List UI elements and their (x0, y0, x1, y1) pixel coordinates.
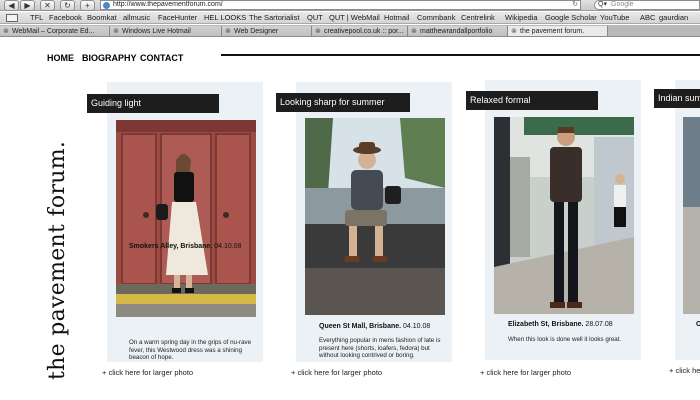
bookmark-item[interactable]: QUT | WebMail (329, 12, 380, 23)
post-location-name: Queen St Mall, Brisbane. (319, 323, 402, 330)
tab-bar: ⊗ WebMail – Corporate Ed... ⊗ Windows Live… (0, 25, 700, 37)
new-tab-plus-icon[interactable]: + (80, 0, 95, 11)
bookmark-item[interactable]: Wikipedia (505, 12, 538, 23)
nav-biography[interactable]: BIOGRAPHY (82, 53, 137, 63)
post-photo[interactable] (305, 118, 445, 315)
post-title[interactable]: Guiding light (87, 94, 219, 113)
rss-icon[interactable]: ↻ (572, 1, 578, 9)
larger-photo-link[interactable]: + click he (669, 366, 700, 375)
tab-label: matthewrandallportfolio (420, 28, 493, 35)
search-input[interactable]: Q▾ Google (594, 0, 700, 10)
tab-creativepool[interactable]: ⊗ creativepool.co.uk :: por... (312, 26, 408, 36)
search-placeholder: Google (611, 1, 634, 8)
tab-portfolio[interactable]: ⊗ matthewrandallportfolio (408, 26, 508, 36)
bookmark-item[interactable]: ABC (640, 12, 655, 23)
tab-web-designer[interactable]: ⊗ Web Designer (222, 26, 312, 36)
post-title[interactable]: Looking sharp for summer (276, 93, 410, 112)
bookmark-item[interactable]: Centrelink (461, 12, 495, 23)
tab-hotmail[interactable]: ⊗ Windows Live Hotmail (110, 26, 222, 36)
tab-label: the pavement forum. (520, 28, 585, 35)
larger-photo-link[interactable]: + click here for larger photo (480, 368, 571, 377)
tab-close-icon[interactable]: ⊗ (511, 26, 517, 36)
tab-close-icon[interactable]: ⊗ (225, 26, 231, 36)
post-caption: Everything popular in mens fashion of la… (319, 337, 441, 359)
post-title[interactable]: Indian sum (654, 89, 700, 108)
tab-close-icon[interactable]: ⊗ (3, 26, 9, 36)
post-date: 04.10.08 (403, 323, 431, 330)
post-location: Queen St Mall, Brisbane. 04.10.08 (319, 323, 430, 330)
post-location: Elizabeth St, Brisbane. 28.07.08 (508, 321, 613, 328)
photo-man-relaxed-formal (494, 117, 634, 314)
bookmark-item[interactable]: The Sartorialist (249, 12, 299, 23)
bookmark-item[interactable]: Commbank (417, 12, 455, 23)
reload-icon[interactable]: ↻ (60, 0, 75, 11)
post-title[interactable]: Relaxed formal (466, 91, 598, 110)
bookmarks-book-icon[interactable] (6, 14, 18, 22)
post-date: 28.07.08 (585, 321, 613, 328)
post-date: 04.10.08 (214, 243, 242, 250)
bookmark-item[interactable]: Hotmail (384, 12, 409, 23)
bookmark-item[interactable]: allmusic (123, 12, 150, 23)
photo-man-shorts-fedora (305, 118, 445, 315)
bookmark-item[interactable]: YouTube (600, 12, 629, 23)
post-caption: When this look is done well it looks gre… (508, 336, 622, 343)
post-photo[interactable] (683, 117, 700, 314)
bookmark-item[interactable]: FaceHunter (158, 12, 197, 23)
post-location-name: C (696, 321, 700, 328)
bookmark-item[interactable]: HEL LOOKS (204, 12, 246, 23)
bookmark-item[interactable]: QUT (307, 12, 323, 23)
forward-arrow-icon[interactable]: ▶ (20, 0, 35, 11)
tab-close-icon[interactable]: ⊗ (411, 26, 417, 36)
post-caption: On a warm spring day in the grips of nu-… (129, 339, 252, 361)
site-logo[interactable]: the pavement forum. (45, 141, 70, 380)
nav-divider (221, 54, 700, 56)
tab-close-icon[interactable]: ⊗ (113, 26, 119, 36)
post-location: C (696, 321, 700, 328)
tab-label: creativepool.co.uk :: por... (324, 28, 404, 35)
larger-photo-link[interactable]: + click here for larger photo (102, 368, 193, 377)
bookmark-item[interactable]: Facebook (49, 12, 82, 23)
bookmarks-bar: TFL Facebook Boomkat allmusic FaceHunter… (0, 12, 700, 24)
tab-webmail[interactable]: ⊗ WebMail – Corporate Ed... (0, 26, 110, 36)
search-engine-icon[interactable]: Q▾ (598, 1, 607, 9)
bookmark-item[interactable]: TFL (30, 12, 43, 23)
nav-contact[interactable]: CONTACT (140, 53, 183, 63)
bookmark-item[interactable]: Boomkat (87, 12, 117, 23)
photo-woman-white-skirt (116, 120, 256, 317)
back-arrow-icon[interactable]: ◀ (4, 0, 19, 11)
photo-street-partial (683, 117, 700, 314)
tab-label: Web Designer (234, 28, 279, 35)
post-location-name: Elizabeth St, Brisbane. (508, 321, 584, 328)
nav-home[interactable]: HOME (47, 53, 74, 63)
browser-toolbar: ◀ ▶ ✕ ↻ + http://www.thepavementforum.co… (0, 0, 700, 11)
stop-icon[interactable]: ✕ (40, 0, 55, 11)
larger-photo-link[interactable]: + click here for larger photo (291, 368, 382, 377)
post-photo[interactable] (116, 120, 256, 317)
tab-pavement-forum[interactable]: ⊗ the pavement forum. (508, 26, 608, 36)
url-text: http://www.thepavementforum.com/ (113, 1, 223, 8)
bookmark-item[interactable]: Google Scholar (545, 12, 597, 23)
post-photo[interactable] (494, 117, 634, 314)
tab-close-icon[interactable]: ⊗ (315, 26, 321, 36)
url-input[interactable]: http://www.thepavementforum.com/ ↻ (100, 0, 581, 10)
post-location: Smokers Alley, Brisbane. 04.10.08 (129, 243, 241, 250)
tab-label: Windows Live Hotmail (122, 28, 191, 35)
post-location-name: Smokers Alley, Brisbane. (129, 243, 213, 250)
tab-label: WebMail – Corporate Ed... (12, 28, 95, 35)
bookmark-item[interactable]: gaurdian (659, 12, 688, 23)
globe-icon (103, 2, 110, 9)
